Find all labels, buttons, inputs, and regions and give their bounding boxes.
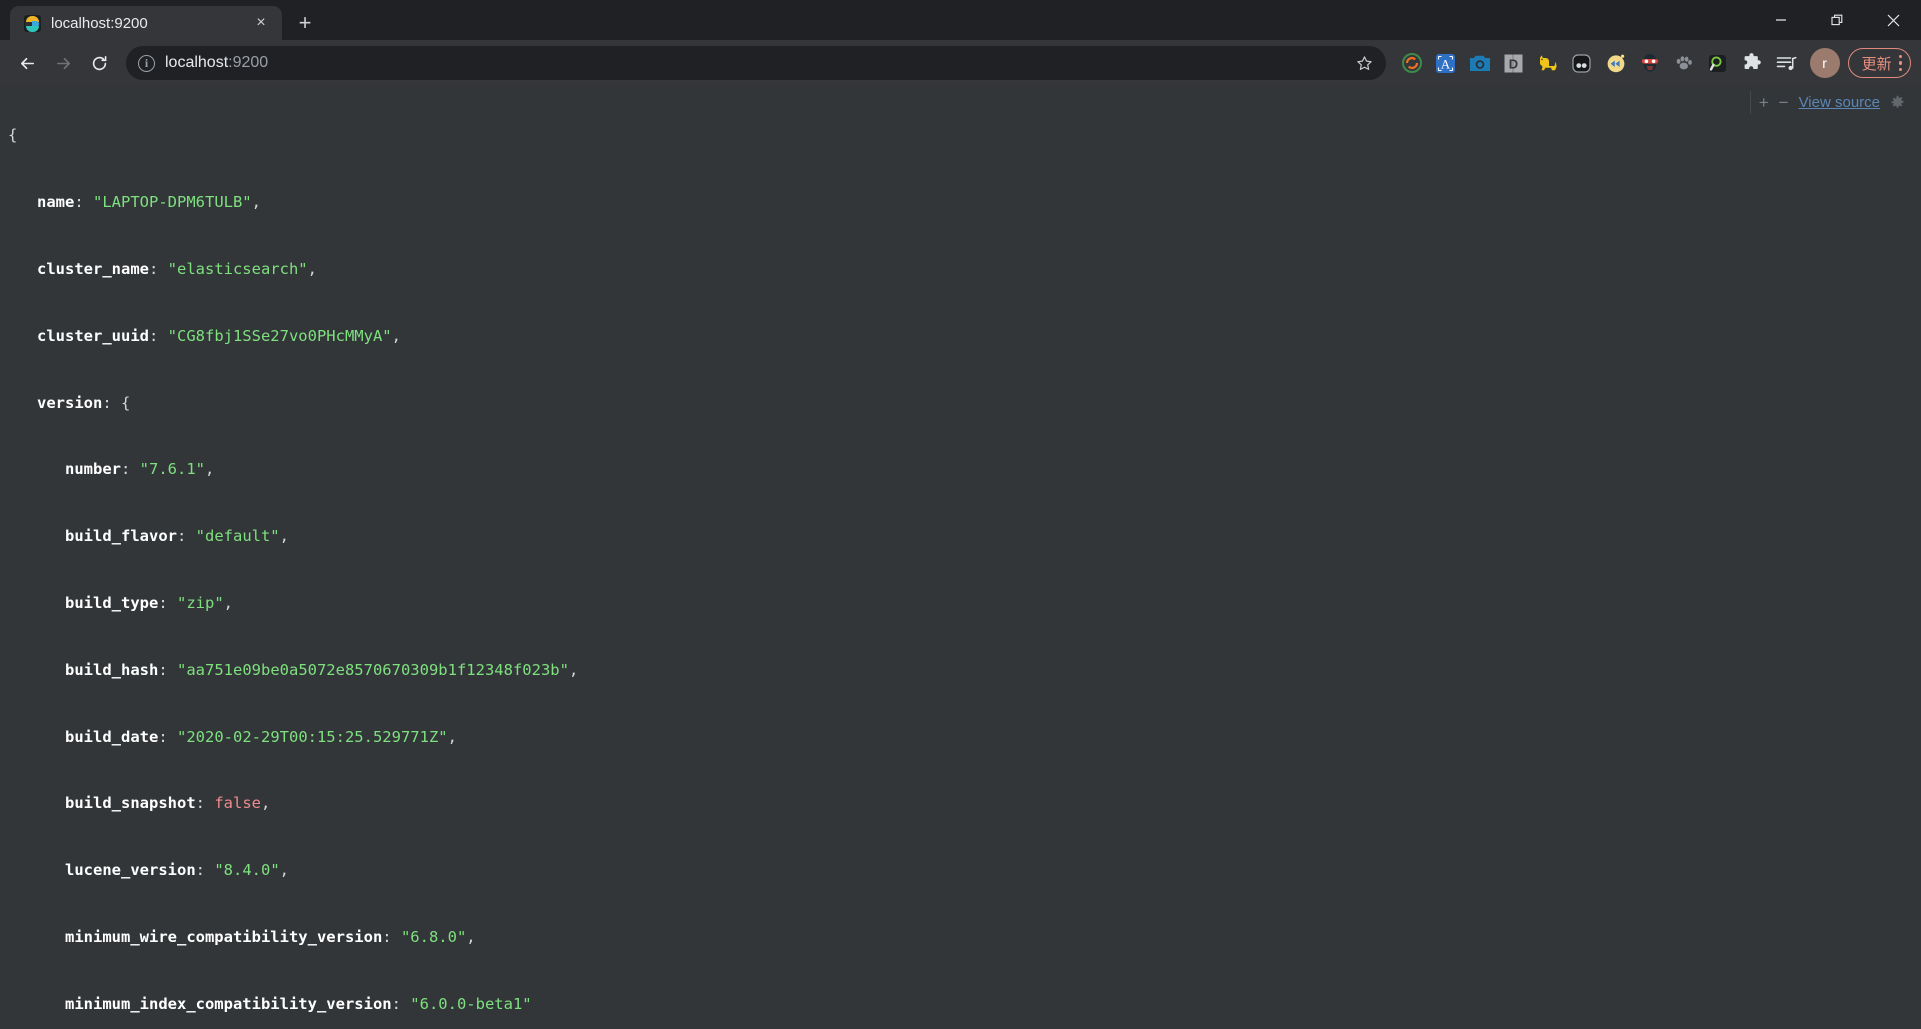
minimize-icon[interactable] bbox=[1753, 0, 1809, 40]
json-line-build-snapshot: build_snapshot: false, bbox=[65, 794, 271, 813]
yellow-circle-extension-icon[interactable] bbox=[1600, 47, 1632, 79]
close-icon[interactable]: × bbox=[250, 12, 272, 34]
json-line-build-hash: build_hash: "aa751e09be0a5072e8570670309… bbox=[65, 660, 579, 679]
close-window-icon[interactable] bbox=[1865, 0, 1921, 40]
expand-all-button[interactable]: + bbox=[1759, 94, 1769, 111]
json-line-name: name: "LAPTOP-DPM6TULB", bbox=[37, 193, 261, 212]
magnifier-extension-icon[interactable] bbox=[1702, 47, 1734, 79]
bookmark-star-icon[interactable] bbox=[1350, 48, 1380, 78]
json-line-min-index-compat: minimum_index_compatibility_version: "6.… bbox=[65, 994, 532, 1013]
tab-title: localhost:9200 bbox=[51, 14, 148, 32]
camera-extension-icon[interactable] bbox=[1464, 47, 1496, 79]
json-line-lucene-version: lucene_version: "8.4.0", bbox=[65, 861, 289, 880]
json-line-build-date: build_date: "2020-02-29T00:15:25.529771Z… bbox=[65, 727, 457, 746]
address-bar[interactable]: i localhost:9200 bbox=[126, 46, 1386, 80]
letter-a-extension-icon[interactable]: A bbox=[1430, 47, 1462, 79]
elasticsearch-favicon bbox=[24, 14, 41, 32]
forward-icon bbox=[46, 46, 80, 80]
update-label: 更新 bbox=[1861, 55, 1892, 73]
cat-extension-icon[interactable] bbox=[1532, 47, 1564, 79]
url-port: :9200 bbox=[228, 54, 269, 71]
restore-icon[interactable] bbox=[1809, 0, 1865, 40]
paw-extension-icon[interactable] bbox=[1668, 47, 1700, 79]
new-tab-button[interactable]: + bbox=[288, 6, 322, 40]
gear-icon[interactable] bbox=[1890, 95, 1905, 110]
profile-avatar[interactable]: r bbox=[1809, 48, 1840, 78]
letter-d-extension-icon[interactable]: D bbox=[1498, 47, 1530, 79]
update-button[interactable]: 更新 bbox=[1847, 48, 1911, 78]
view-source-link[interactable]: View source bbox=[1799, 94, 1880, 111]
browser-tab[interactable]: localhost:9200 × bbox=[10, 6, 282, 40]
json-line-number: number: "7.6.1", bbox=[65, 460, 215, 479]
reload-icon[interactable] bbox=[82, 46, 116, 80]
json-line-build-flavor: build_flavor: "default", bbox=[65, 527, 289, 546]
window-controls bbox=[1753, 0, 1921, 40]
sync-extension-icon[interactable] bbox=[1396, 47, 1428, 79]
tab-strip: localhost:9200 × + bbox=[0, 0, 322, 40]
dark-capsule-extension-icon[interactable] bbox=[1566, 47, 1598, 79]
playlist-extension-icon[interactable] bbox=[1770, 47, 1802, 79]
json-body: { name: "LAPTOP-DPM6TULB", cluster_name:… bbox=[0, 86, 1921, 1029]
collapse-all-button[interactable]: − bbox=[1779, 94, 1789, 111]
json-line-version: -version: { bbox=[0, 394, 1921, 412]
puzzle-extensions-icon[interactable] bbox=[1736, 47, 1768, 79]
svg-text:D: D bbox=[1509, 56, 1518, 71]
json-line-open-brace: { bbox=[8, 126, 18, 145]
chrome-menu-icon[interactable] bbox=[1898, 54, 1902, 72]
json-line-cluster-name: cluster_name: "elasticsearch", bbox=[37, 260, 317, 278]
json-line-build-type: build_type: "zip", bbox=[65, 593, 234, 612]
json-line-cluster-uuid: cluster_uuid: "CG8fbj1SSe27vo0PHcMMyA", bbox=[37, 326, 401, 345]
url-text: localhost:9200 bbox=[165, 54, 1340, 72]
svg-text:A: A bbox=[1441, 56, 1451, 71]
json-line-min-wire-compat: minimum_wire_compatibility_version: "6.8… bbox=[65, 927, 476, 946]
back-icon[interactable] bbox=[10, 46, 44, 80]
page-content: + − View source { name: "LAPTOP-DPM6TULB… bbox=[0, 86, 1921, 1029]
scuba-face-extension-icon[interactable] bbox=[1634, 47, 1666, 79]
site-info-icon[interactable]: i bbox=[138, 54, 155, 72]
json-viewer-toolbar: + − View source bbox=[1749, 91, 1913, 114]
collapse-toggle-version[interactable]: - bbox=[0, 394, 1, 412]
title-bar: localhost:9200 × + bbox=[0, 0, 1921, 40]
browser-toolbar: i localhost:9200 A D r 更新 bbox=[0, 40, 1921, 86]
url-host: localhost bbox=[165, 54, 229, 71]
extensions-area: A D bbox=[1396, 47, 1802, 79]
